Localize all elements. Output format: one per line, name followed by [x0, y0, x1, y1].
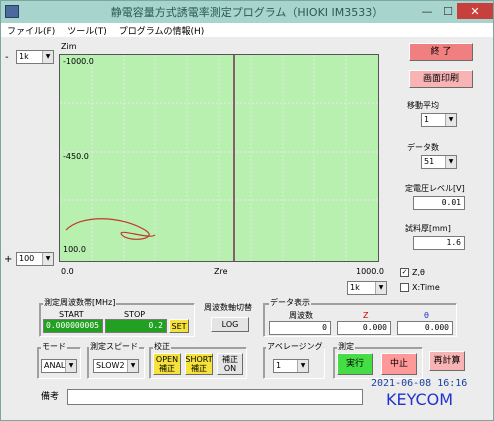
close-button[interactable]: ✕	[457, 3, 493, 19]
sample-thickness-field[interactable]: 1.6	[413, 236, 465, 250]
y-tick-mid: -450.0	[63, 152, 89, 161]
theta-display-field: 0.000	[397, 321, 453, 335]
voltage-level-label: 定電圧レベル[V]	[405, 184, 465, 193]
freq-display-label: 周波数	[289, 311, 313, 320]
notes-label: 備考	[41, 392, 60, 402]
chevron-down-icon: ▼	[127, 360, 138, 372]
y-axis-label: Zim	[61, 42, 77, 51]
freq-band-title: 測定周波数帯[MHz]	[43, 298, 117, 307]
start-label: START	[59, 310, 84, 319]
y-min-select[interactable]: 100 ▼	[16, 252, 54, 266]
data-count-select[interactable]: 51 ▼	[421, 155, 457, 169]
title-bar: 静電容量方式誘電率測定プログラム（HIOKI IM3533） — ☐ ✕	[1, 1, 493, 23]
voltage-level-field[interactable]: 0.01	[413, 196, 465, 210]
averaging-value: 1	[276, 361, 282, 370]
z-theta-checkbox[interactable]: ✓	[400, 268, 409, 277]
z-display-label: Z	[363, 311, 369, 320]
freq-display-field: 0	[269, 321, 331, 335]
chevron-down-icon: ▼	[42, 253, 53, 265]
print-screen-button[interactable]: 画面印刷	[409, 70, 473, 88]
short-correction-button[interactable]: SHORT 補正	[185, 353, 213, 375]
plot-canvas	[60, 55, 378, 261]
impedance-curve	[65, 218, 156, 240]
moving-average-value: 1	[424, 115, 430, 124]
y-min-select-value: 100	[19, 254, 35, 263]
app-icon	[5, 5, 19, 18]
x-time-label: X:Time	[412, 283, 440, 292]
data-count-label: データ数	[407, 143, 439, 152]
datetime-label: 2021-06-08 16:16	[371, 378, 468, 389]
z-display-field: 0.000	[337, 321, 391, 335]
x-time-checkbox[interactable]	[400, 283, 409, 292]
app-window: 静電容量方式誘電率測定プログラム（HIOKI IM3533） — ☐ ✕ ファイ…	[0, 0, 494, 421]
theta-display-label: θ	[424, 311, 429, 320]
z-theta-label: Z,θ	[412, 268, 425, 277]
menu-program-info[interactable]: プログラムの情報(H)	[119, 24, 205, 37]
maximize-button[interactable]: ☐	[438, 3, 458, 19]
y-max-select[interactable]: 1k ▼	[16, 50, 54, 64]
y-tick-bottom: 100.0	[63, 245, 86, 254]
plus-sign: +	[4, 254, 13, 265]
set-button[interactable]: SET	[169, 319, 189, 333]
x-tick-left: 0.0	[61, 267, 74, 276]
data-display-title: データ表示	[269, 298, 311, 307]
end-button[interactable]: 終 了	[409, 43, 473, 61]
speed-select[interactable]: SLOW2 ▼	[93, 359, 139, 373]
log-toggle-button[interactable]: LOG	[211, 317, 249, 332]
measure-title: 測定	[337, 342, 355, 351]
stop-button[interactable]: 中止	[381, 353, 417, 375]
menu-bar: ファイル(F) ツール(T) プログラムの情報(H)	[1, 23, 493, 37]
chevron-down-icon: ▼	[445, 114, 456, 126]
speed-value: SLOW2	[96, 361, 125, 370]
speed-title: 測定スピード	[89, 342, 139, 351]
correction-on-button[interactable]: 補正 ON	[217, 353, 243, 375]
keycom-logo: KEYCOM	[386, 390, 454, 409]
stop-label: STOP	[124, 310, 146, 319]
mode-select[interactable]: ANAL ▼	[41, 359, 77, 373]
freq-axis-title: 周波数軸切替	[204, 303, 252, 312]
chevron-down-icon: ▼	[297, 360, 308, 372]
window-title: 静電容量方式誘電率測定プログラム（HIOKI IM3533）	[110, 6, 384, 19]
run-button[interactable]: 実行	[337, 353, 373, 375]
menu-file[interactable]: ファイル(F)	[7, 24, 55, 37]
mode-value: ANAL	[44, 361, 66, 370]
menu-tools[interactable]: ツール(T)	[67, 24, 107, 37]
chevron-down-icon: ▼	[65, 360, 76, 372]
x-range-select-value: 1k	[350, 283, 360, 292]
x-axis-label: Zre	[214, 267, 228, 276]
mode-title: モード	[41, 342, 67, 351]
recalc-button[interactable]: 再計算	[429, 351, 465, 371]
chevron-down-icon: ▼	[42, 51, 53, 63]
start-frequency-field[interactable]: 0.000000005	[43, 319, 103, 333]
averaging-title: アベレージング	[266, 342, 324, 351]
notes-field[interactable]	[67, 389, 363, 405]
stop-frequency-field[interactable]: 0.2	[105, 319, 167, 333]
moving-average-select[interactable]: 1 ▼	[421, 113, 457, 127]
calibration-title: 校正	[153, 342, 171, 351]
averaging-select[interactable]: 1 ▼	[273, 359, 309, 373]
open-correction-button[interactable]: OPEN 補正	[153, 353, 181, 375]
minus-sign: -	[5, 52, 9, 63]
minimize-button[interactable]: —	[417, 3, 437, 19]
chevron-down-icon: ▼	[445, 156, 456, 168]
x-range-select[interactable]: 1k ▼	[347, 281, 387, 295]
sample-thickness-label: 試料厚[mm]	[405, 224, 451, 233]
y-max-select-value: 1k	[19, 52, 29, 61]
y-tick-top: -1000.0	[63, 57, 94, 66]
chevron-down-icon: ▼	[375, 282, 386, 294]
x-tick-right: 1000.0	[356, 267, 384, 276]
data-count-value: 51	[424, 157, 435, 166]
moving-average-label: 移動平均	[407, 101, 439, 110]
nyquist-plot: -1000.0 -450.0 100.0	[59, 54, 379, 262]
